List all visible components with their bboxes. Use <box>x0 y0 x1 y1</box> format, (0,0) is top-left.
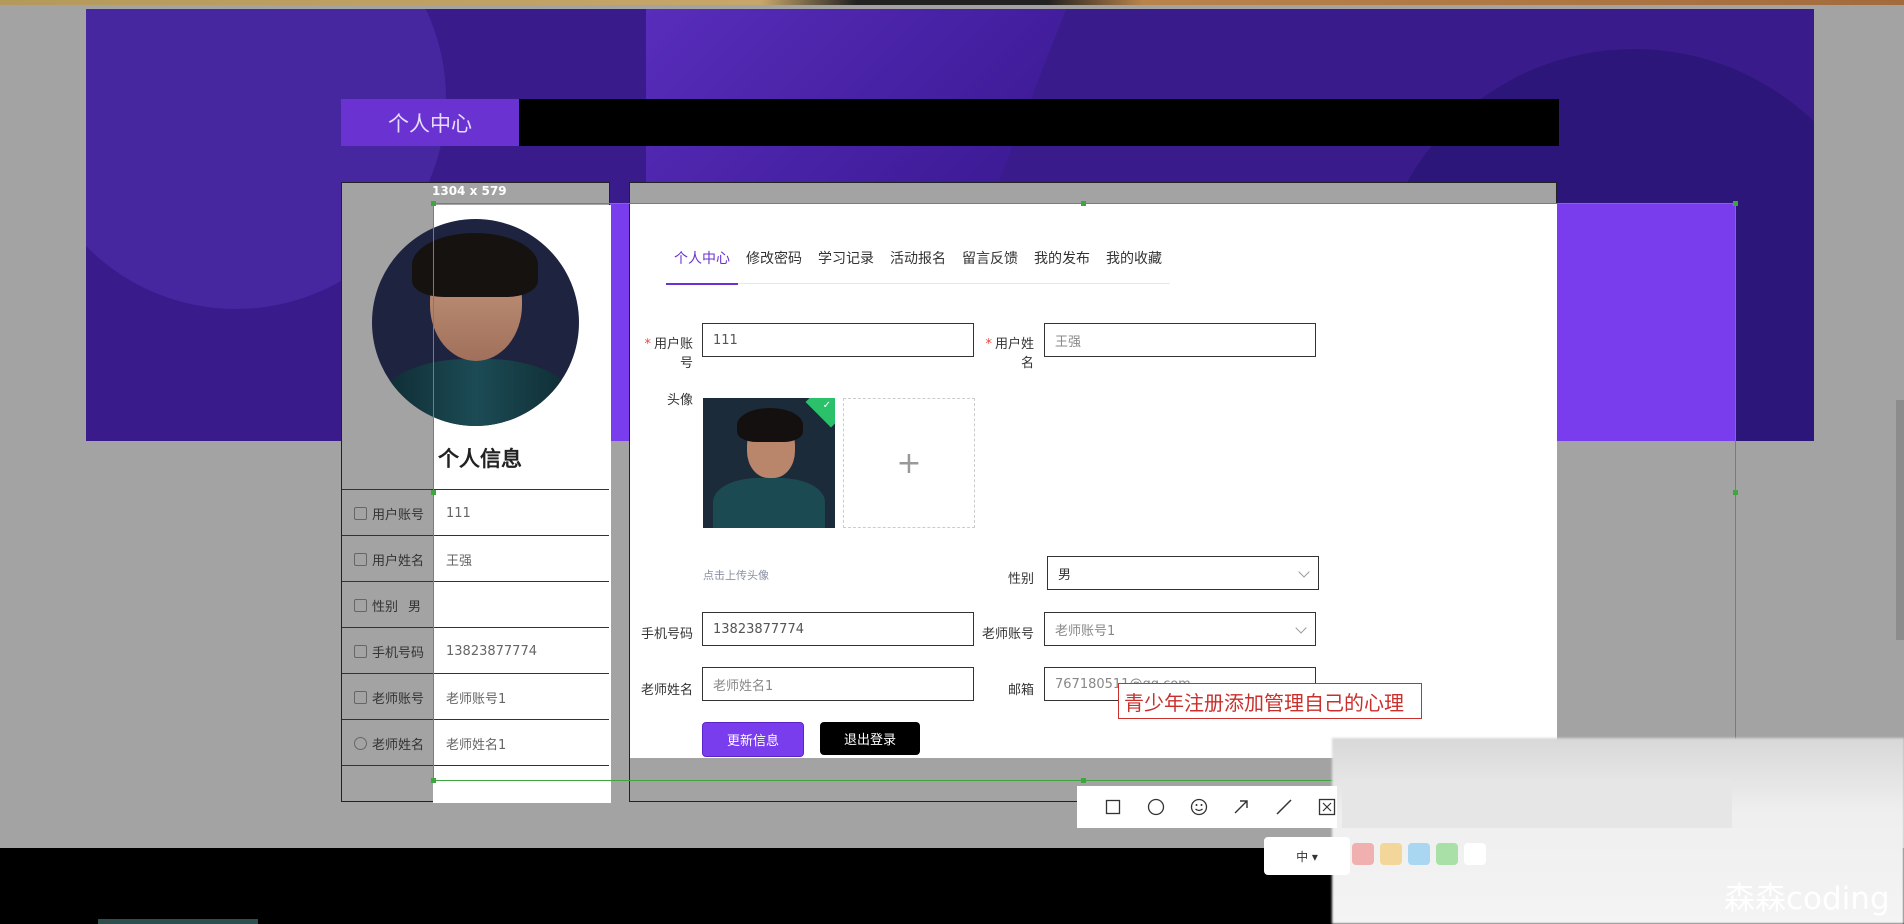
teacher-account-select[interactable]: 老师账号1 <box>1044 612 1316 646</box>
name-field[interactable]: 王强 <box>1044 323 1316 357</box>
page-title-bar: 个人中心 <box>341 99 1559 146</box>
avatar-hair <box>412 233 538 297</box>
resize-handle[interactable] <box>1733 490 1738 495</box>
profile-row-label: 手机号码 <box>372 645 425 661</box>
avatar <box>372 219 579 426</box>
phone-field[interactable]: 13823877774 <box>702 612 974 646</box>
color-swatch[interactable] <box>1464 843 1486 865</box>
teacher-account-value: 老师账号1 <box>1055 623 1116 639</box>
logout-button[interactable]: 退出登录 <box>820 722 920 755</box>
text-annotation[interactable]: 青少年注册添加管理自己的心理 <box>1118 683 1422 719</box>
user-icon <box>354 506 367 520</box>
phone-label: 手机号码 <box>640 627 693 642</box>
tab-change-password[interactable]: 修改密码 <box>738 233 810 284</box>
resize-handle[interactable] <box>1733 201 1738 206</box>
color-swatch[interactable] <box>1380 843 1402 865</box>
tab-my-favorites[interactable]: 我的收藏 <box>1098 233 1170 284</box>
profile-card: 个人信息 用户账号 111 用户姓名 王强 性别 男 手机号码 13823877… <box>341 182 611 803</box>
gender-select-value: 男 <box>1058 567 1072 583</box>
mosaic-icon[interactable] <box>1317 797 1337 817</box>
profile-row-teacher-account: 老师账号 老师账号1 <box>342 673 609 720</box>
required-mark: * <box>644 337 651 352</box>
update-info-button[interactable]: 更新信息 <box>702 722 804 757</box>
page-title: 个人中心 <box>341 99 519 146</box>
selection-size-label: 1304 x 579 <box>432 184 507 198</box>
rectangle-icon[interactable] <box>1103 797 1123 817</box>
profile-row-teacher-name: 老师姓名 老师姓名1 <box>342 719 609 766</box>
main-panel-content: 个人中心 修改密码 学习记录 活动报名 留言反馈 我的发布 我的收藏 * 用户账号… <box>630 203 1557 758</box>
tab-activity-signup[interactable]: 活动报名 <box>882 233 954 284</box>
profile-row-value: 王强 <box>446 553 473 569</box>
circle-icon[interactable] <box>1146 797 1166 817</box>
resize-handle[interactable] <box>431 201 436 206</box>
required-mark: * <box>985 337 992 352</box>
profile-row-label: 老师账号 <box>372 691 425 707</box>
color-swatch[interactable] <box>1352 843 1374 865</box>
language-toggle[interactable]: 中 ▾ <box>1264 837 1350 875</box>
color-swatch[interactable] <box>1408 843 1430 865</box>
chevron-down-icon <box>1295 622 1307 634</box>
clock-icon <box>354 736 367 750</box>
teacher-name-field[interactable]: 老师姓名1 <box>702 667 974 701</box>
id-card-icon <box>354 552 367 566</box>
profile-row-label: 用户姓名 <box>372 553 425 569</box>
chat-icon <box>354 598 367 612</box>
profile-row-empty <box>342 765 609 803</box>
profile-row-value: 老师姓名1 <box>446 737 507 753</box>
tab-profile[interactable]: 个人中心 <box>666 233 738 285</box>
profile-row-value: 13823877774 <box>446 643 537 659</box>
gender-label: 性别 <box>1007 572 1034 587</box>
avatar-label: 头像 <box>666 393 693 408</box>
profile-row-label: 老师姓名 <box>372 737 425 753</box>
check-icon: ✓ <box>822 400 831 411</box>
avatar-thumb-hair <box>737 408 803 442</box>
profile-row-phone: 手机号码 13823877774 <box>342 627 609 674</box>
avatar-preview[interactable]: ✓ <box>703 398 835 528</box>
account-label-text: 用户账号 <box>653 337 693 371</box>
resize-handle[interactable] <box>431 490 436 495</box>
tab-study-records[interactable]: 学习记录 <box>810 233 882 284</box>
color-swatch[interactable] <box>1436 843 1458 865</box>
email-label: 邮箱 <box>1007 683 1034 698</box>
upload-tip[interactable]: 点击上传头像 <box>703 567 769 583</box>
resize-handle[interactable] <box>1081 201 1086 206</box>
profile-section-title: 个人信息 <box>438 447 522 471</box>
profile-row-label: 性别 <box>372 599 399 615</box>
upload-avatar-button[interactable]: + <box>843 398 975 528</box>
annotation-toolbar <box>1077 786 1337 828</box>
footer-accent-line <box>98 919 258 924</box>
resize-handle[interactable] <box>431 778 436 783</box>
profile-row-gender: 性别 男 <box>342 581 609 628</box>
resize-handle[interactable] <box>1081 778 1086 783</box>
profile-row-name: 用户姓名 王强 <box>342 535 609 582</box>
profile-row-account: 用户账号 111 <box>342 489 609 536</box>
teacher-account-label: 老师账号 <box>981 627 1034 642</box>
line-icon[interactable] <box>1274 797 1294 817</box>
chevron-down-icon <box>1298 566 1310 578</box>
tab-bar: 个人中心 修改密码 学习记录 活动报名 留言反馈 我的发布 我的收藏 <box>666 233 1170 285</box>
person-icon <box>354 690 367 704</box>
teacher-name-label: 老师姓名 <box>640 683 693 698</box>
arrow-icon[interactable] <box>1231 797 1251 817</box>
tab-my-posts[interactable]: 我的发布 <box>1026 233 1098 284</box>
avatar-thumb-jacket <box>713 478 825 528</box>
name-label: * 用户姓名 <box>974 333 1034 371</box>
profile-row-value: 男 <box>408 599 422 615</box>
blurred-toolbar <box>1342 778 1732 828</box>
top-color-strip <box>0 0 1904 5</box>
name-label-text: 用户姓名 <box>994 337 1034 371</box>
account-field[interactable]: 111 <box>702 323 974 357</box>
avatar-jacket <box>382 359 572 426</box>
gender-select[interactable]: 男 <box>1047 556 1319 590</box>
tab-feedback[interactable]: 留言反馈 <box>954 233 1026 284</box>
edit-icon <box>354 644 367 658</box>
profile-row-label: 用户账号 <box>372 507 425 523</box>
watermark: 森森coding <box>1724 881 1890 917</box>
scrollbar[interactable] <box>1896 400 1904 640</box>
emoji-icon[interactable] <box>1189 797 1209 817</box>
profile-row-value: 老师账号1 <box>446 691 507 707</box>
profile-row-value: 111 <box>446 505 471 521</box>
account-label: * 用户账号 <box>633 333 693 371</box>
